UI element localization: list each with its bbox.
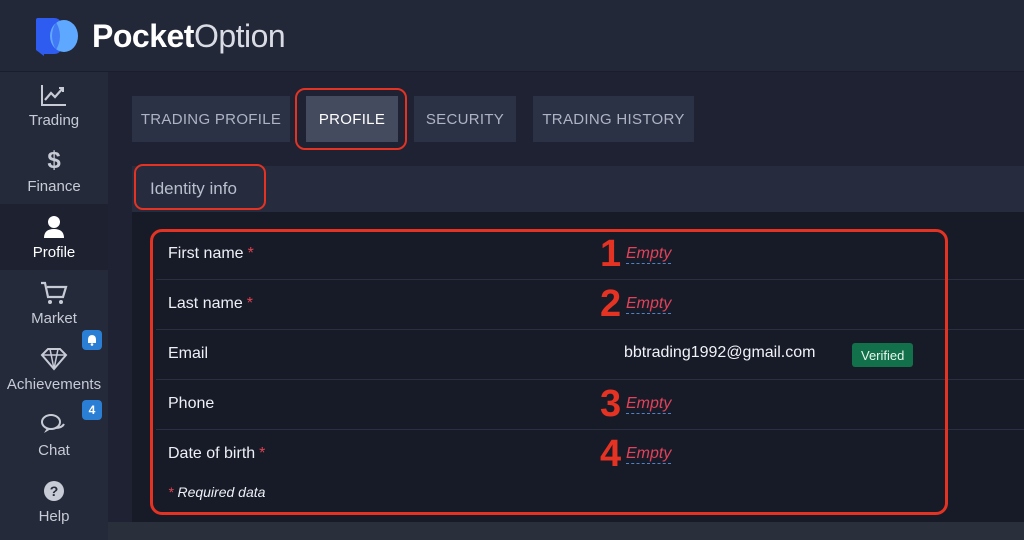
bell-icon xyxy=(88,335,96,346)
notification-badge xyxy=(82,330,102,350)
sidebar-item-achievements[interactable]: Achievements xyxy=(0,330,108,402)
user-icon xyxy=(40,214,68,240)
tab-trading-profile[interactable]: TRADING PROFILE xyxy=(132,96,290,142)
top-header: PocketOption xyxy=(0,0,1024,72)
sidebar-item-label: Help xyxy=(38,508,70,525)
brand-logo[interactable]: PocketOption xyxy=(34,16,286,56)
sidebar-item-label: Market xyxy=(31,310,77,327)
cart-icon xyxy=(40,280,68,306)
main-content: TRADING PROFILE PROFILE SECURITY TRADING… xyxy=(108,72,1024,540)
diamond-icon xyxy=(40,346,68,372)
brand-name-light: Option xyxy=(193,17,286,54)
fields-annotation-outline xyxy=(150,229,948,515)
sidebar-item-label: Trading xyxy=(28,112,80,129)
sidebar-item-label: Achievements xyxy=(6,376,102,393)
sidebar-item-label: Finance xyxy=(27,178,81,195)
sidebar-item-chat[interactable]: Chat 4 xyxy=(0,400,108,468)
brand-name-bold: Pocket xyxy=(92,17,194,54)
chat-count-badge: 4 xyxy=(82,400,102,420)
tab-annotation-outline xyxy=(295,88,407,150)
sidebar-item-label: Profile xyxy=(32,244,76,261)
tab-trading-history[interactable]: TRADING HISTORY xyxy=(533,96,694,142)
help-icon: ? xyxy=(40,478,68,504)
background-strip xyxy=(108,522,1024,540)
dollar-icon: $ xyxy=(47,147,61,174)
sidebar-item-trading[interactable]: Trading xyxy=(0,72,108,138)
section-annotation-outline xyxy=(134,164,266,210)
chart-line-icon xyxy=(40,82,68,108)
sidebar-item-market[interactable]: Market xyxy=(0,270,108,336)
pocket-option-logo-icon xyxy=(36,18,78,56)
sidebar-item-help[interactable]: ? Help xyxy=(0,468,108,534)
brand-name: PocketOption xyxy=(92,17,286,55)
sidebar-item-profile[interactable]: Profile xyxy=(0,204,108,270)
tab-security[interactable]: SECURITY xyxy=(414,96,516,142)
sidebar-item-finance[interactable]: $ Finance xyxy=(0,138,108,204)
sidebar: Trading $ Finance Profile Market Achieve… xyxy=(0,72,108,540)
sidebar-item-label: Chat xyxy=(38,442,70,459)
svg-text:?: ? xyxy=(50,483,59,499)
chat-icon xyxy=(40,412,68,438)
